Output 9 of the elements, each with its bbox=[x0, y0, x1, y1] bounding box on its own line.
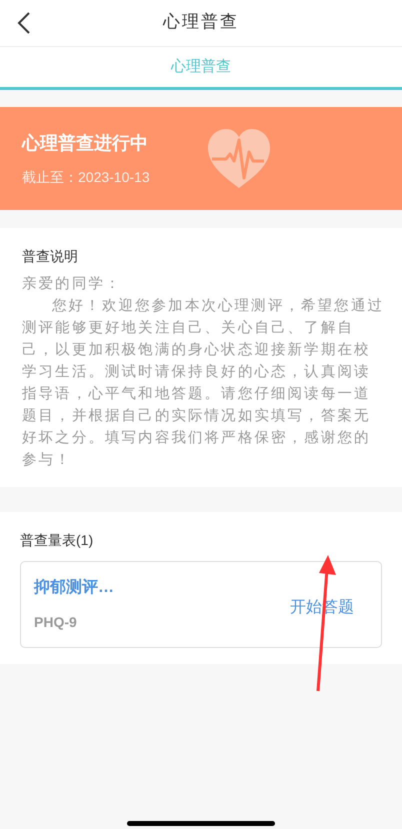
section-heading: 普查量表(1) bbox=[20, 531, 94, 550]
scale-code: PHQ-9 bbox=[34, 613, 78, 632]
deadline-text: 截止至：2023-10-13 bbox=[22, 168, 150, 186]
tab[interactable]: 心理普查 bbox=[0, 47, 402, 90]
banner-title: 心理普查进行中 bbox=[22, 132, 149, 154]
scale-title: 抑郁测评… bbox=[34, 578, 114, 598]
page-title: 心理普查 bbox=[163, 11, 239, 34]
section-heading: 普查说明 bbox=[22, 247, 79, 266]
instructions-text: 亲爱的同学： 您好！欢迎您参加本次心理测评，希望您通过测评能够更好地关注自己、关心自己、了解自己，以更加积极饱满的身心状态迎接新学期在校学习生活。测试时请保持良好的心态，认真阅读指导语，心平气和地答题。请您仔细阅读每一道题目，并根据自己的实际情况如实填写，答案无好坏之分。填写内容我们将严格保密，感谢您的参与！ bbox=[22, 274, 384, 470]
